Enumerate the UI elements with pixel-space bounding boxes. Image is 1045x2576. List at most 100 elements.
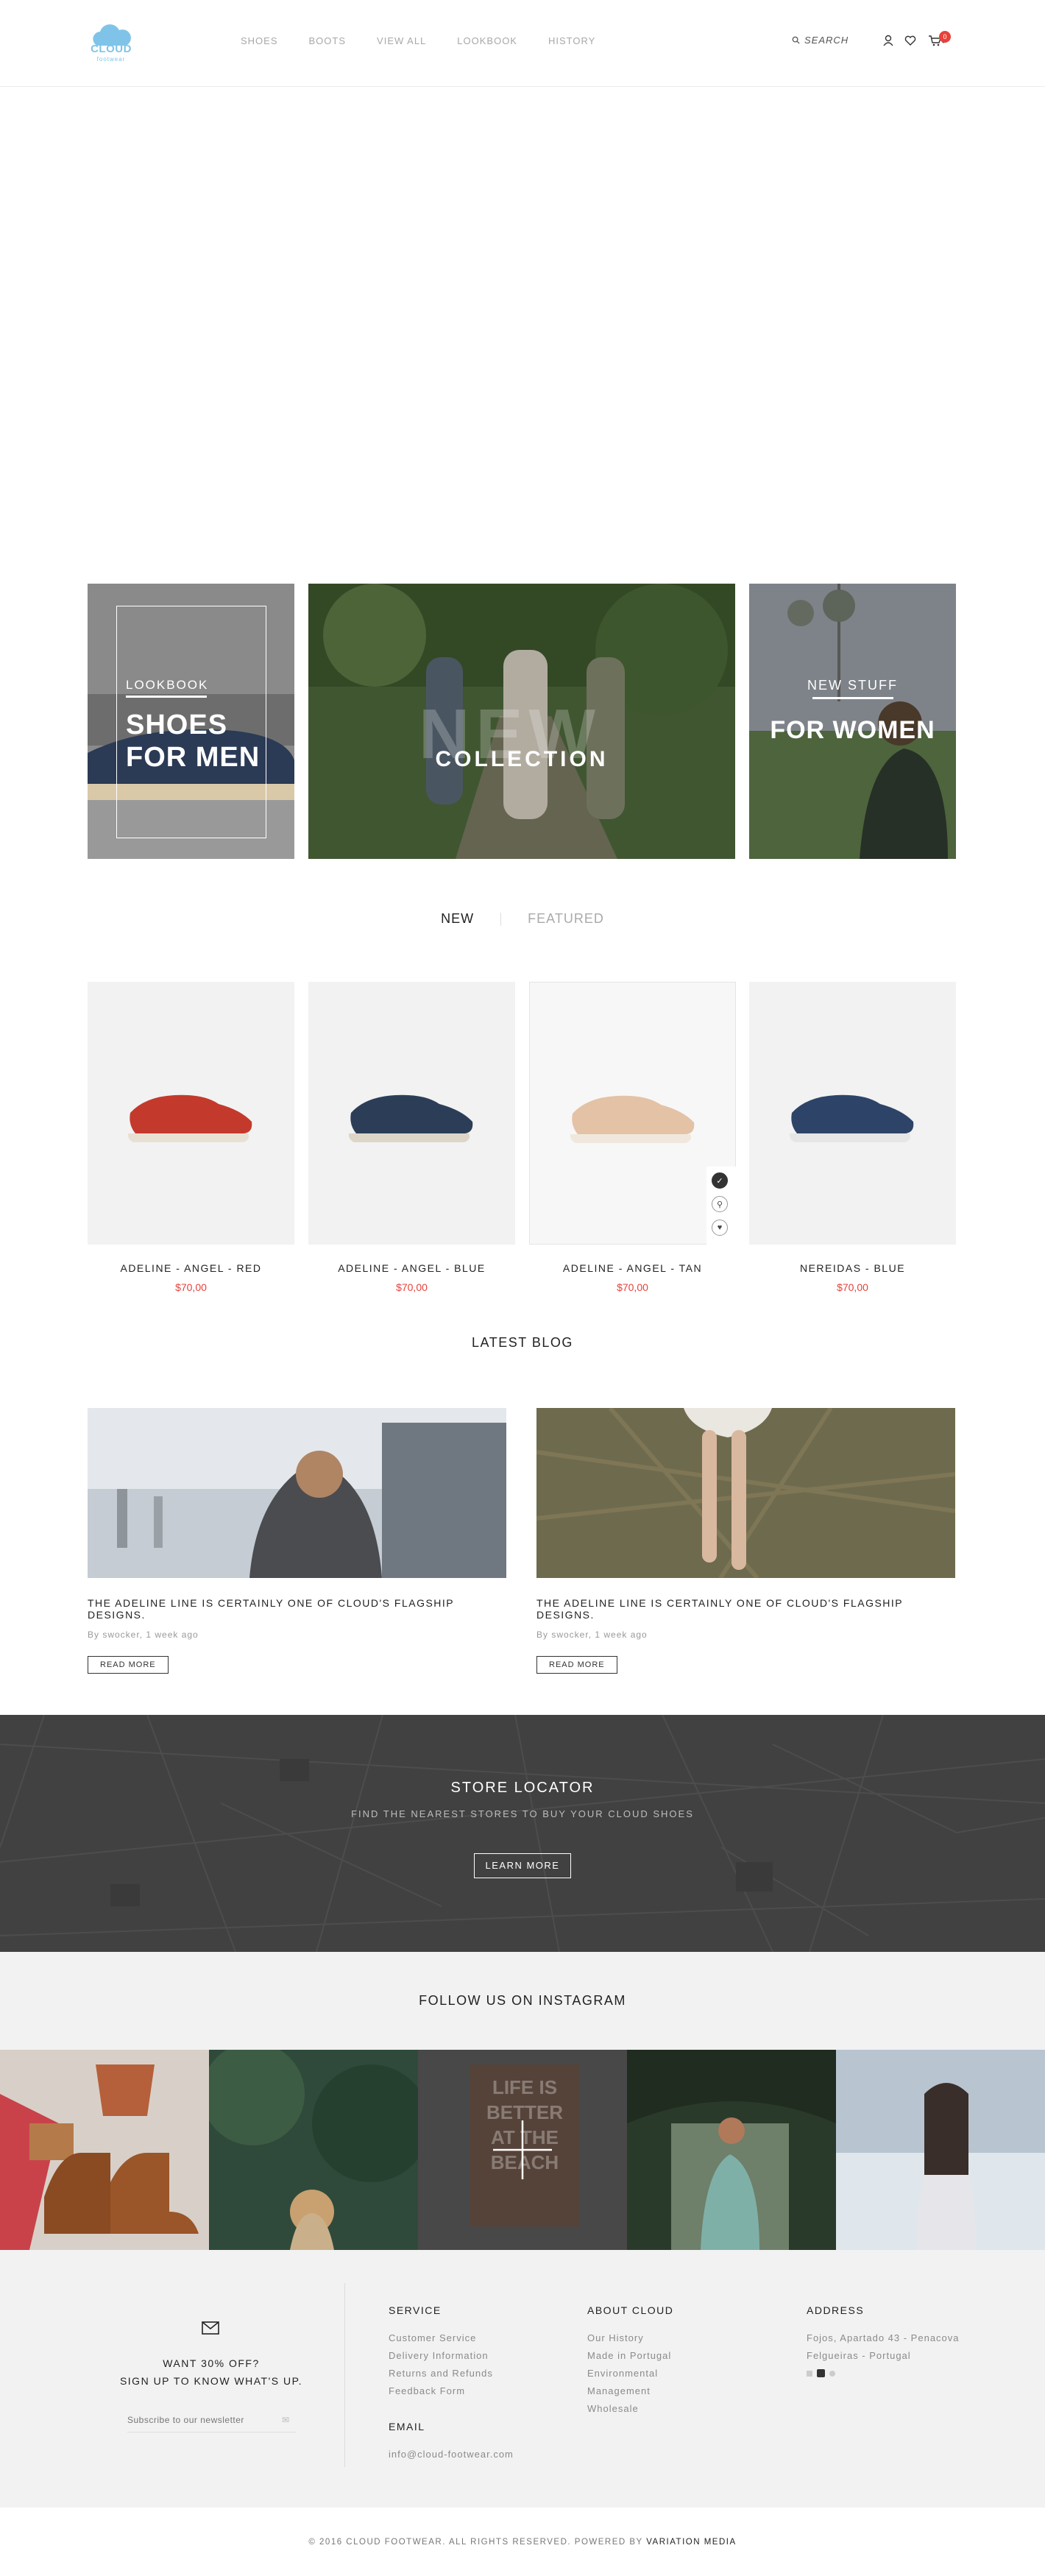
banner-women-kicker: NEW STUFF — [807, 678, 898, 693]
banner-shoes-for-men[interactable]: LOOKBOOK SHOES FOR MEN — [88, 584, 294, 859]
blog-post-meta: By swocker, 1 week ago — [536, 1630, 648, 1640]
link-delivery-information[interactable]: Delivery Information — [389, 2350, 489, 2361]
copyright: © 2016 CLOUD FOOTWEAR. ALL RIGHTS RESERV… — [0, 2538, 1045, 2547]
banner-men-line2: FOR MEN — [126, 742, 261, 773]
product-card[interactable]: ✓ ⚲ ♥ ADELINE - ANGEL - TAN $70,00 — [529, 982, 737, 1293]
product-tabs: NEW FEATURED — [0, 911, 1045, 927]
link-customer-service[interactable]: Customer Service — [389, 2332, 476, 2343]
address-heading: ADDRESS — [807, 2304, 865, 2316]
pinterest-icon[interactable] — [829, 2370, 835, 2377]
banner-men-underline — [126, 696, 207, 698]
email-link[interactable]: info@cloud-footwear.com — [389, 2449, 514, 2460]
promo-line-2: SIGN UP TO KNOW WHAT'S UP. — [119, 2375, 303, 2387]
user-icon[interactable] — [882, 34, 895, 47]
product-price: $70,00 — [617, 1281, 648, 1293]
banner-men-kicker: LOOKBOOK — [126, 678, 209, 692]
plus-icon — [418, 2050, 627, 2250]
variation-media-link[interactable]: VARIATION MEDIA — [646, 2538, 736, 2547]
copyright-text: © 2016 CLOUD FOOTWEAR. ALL RIGHTS RESERV… — [308, 2538, 643, 2547]
map-background — [0, 1715, 1045, 1952]
tab-featured[interactable]: FEATURED — [506, 911, 626, 927]
store-locator-subtitle: FIND THE NEAREST STORES TO BUY YOUR CLOU… — [351, 1808, 694, 1819]
cart-icon: ✓ — [716, 1176, 723, 1186]
wishlist-button[interactable]: ♥ — [712, 1220, 728, 1236]
blog-post-meta: By swocker, 1 week ago — [88, 1630, 199, 1640]
instagram-image — [627, 2050, 836, 2250]
tab-divider — [500, 913, 502, 927]
shoe-image — [570, 1095, 695, 1143]
site-header: CLOUD footwear SHOES BOOTS VIEW ALL LOOK… — [0, 0, 1045, 87]
instagram-photo[interactable] — [627, 2050, 836, 2250]
nav-boots[interactable]: BOOTS — [309, 35, 347, 46]
logo-text: CLOUD — [91, 43, 132, 55]
instagram-photo[interactable]: LIFE IS BETTER AT THE BEACH — [418, 2050, 627, 2250]
link-returns-refunds[interactable]: Returns and Refunds — [389, 2368, 493, 2379]
product-image[interactable] — [308, 982, 515, 1245]
blog-post-image[interactable] — [88, 1408, 506, 1578]
main-nav: SHOES BOOTS VIEW ALL LOOKBOOK HISTORY — [241, 35, 626, 46]
link-feedback-form[interactable]: Feedback Form — [389, 2385, 465, 2396]
cloud-logo[interactable]: CLOUD footwear — [87, 18, 135, 66]
blog-post: THE ADELINE LINE IS CERTAINLY ONE OF CLO… — [536, 1408, 955, 1674]
link-made-in-portugal[interactable]: Made in Portugal — [587, 2350, 671, 2361]
read-more-button[interactable]: READ MORE — [536, 1656, 617, 1674]
shoe-image — [789, 1094, 914, 1142]
product-image[interactable] — [88, 982, 294, 1245]
newsletter-form: ✉ — [127, 2413, 297, 2432]
read-more-button[interactable]: READ MORE — [88, 1656, 169, 1674]
instagram-section: FOLLOW US ON INSTAGRAM — [0, 1952, 1045, 2050]
add-to-cart-button[interactable]: ✓ — [712, 1172, 728, 1189]
tab-new[interactable]: NEW — [419, 911, 496, 927]
nav-view-all[interactable]: VIEW ALL — [377, 35, 426, 46]
product-name[interactable]: ADELINE - ANGEL - TAN — [529, 1262, 736, 1274]
product-price: $70,00 — [175, 1281, 207, 1293]
link-our-history[interactable]: Our History — [587, 2332, 644, 2343]
product-name[interactable]: NEREIDAS - BLUE — [749, 1262, 956, 1274]
link-environmental[interactable]: Environmental — [587, 2368, 658, 2379]
nav-shoes[interactable]: SHOES — [241, 35, 278, 46]
quick-view-button[interactable]: ⚲ — [712, 1196, 728, 1212]
logo-subtext: footwear — [96, 56, 126, 63]
instagram-photo[interactable] — [209, 2050, 418, 2250]
instagram-image — [0, 2050, 209, 2250]
shoe-image — [127, 1094, 252, 1142]
search-icon — [792, 36, 800, 44]
product-name[interactable]: ADELINE - ANGEL - BLUE — [308, 1262, 515, 1274]
product-image[interactable]: ✓ ⚲ ♥ — [529, 982, 737, 1245]
product-card[interactable]: ADELINE - ANGEL - BLUE $70,00 — [308, 982, 515, 1293]
cart-count-badge: 0 — [939, 31, 951, 43]
product-card[interactable]: NEREIDAS - BLUE $70,00 — [749, 982, 956, 1293]
instagram-icon[interactable] — [817, 2369, 825, 2377]
nav-history[interactable]: HISTORY — [548, 35, 595, 46]
blog-post-title[interactable]: THE ADELINE LINE IS CERTAINLY ONE OF CLO… — [536, 1597, 955, 1621]
site-footer: WANT 30% OFF? SIGN UP TO KNOW WHAT'S UP.… — [0, 2250, 1045, 2508]
search-button[interactable]: SEARCH — [792, 35, 849, 46]
shoe-image — [348, 1094, 473, 1142]
banner-for-women[interactable]: NEW STUFF FOR WOMEN — [749, 584, 956, 859]
product-price: $70,00 — [837, 1281, 868, 1293]
banner-women-underline — [812, 697, 893, 699]
address-line-2: Felgueiras - Portugal — [807, 2350, 911, 2361]
instagram-photo[interactable] — [0, 2050, 209, 2250]
instagram-title: FOLLOW US ON INSTAGRAM — [419, 1993, 626, 2008]
store-locator-section: STORE LOCATOR FIND THE NEAREST STORES TO… — [0, 1715, 1045, 1952]
heart-icon[interactable] — [904, 34, 917, 47]
product-name[interactable]: ADELINE - ANGEL - RED — [88, 1262, 294, 1274]
blog-section-title: LATEST BLOG — [472, 1335, 573, 1350]
instagram-photo[interactable] — [836, 2050, 1045, 2250]
banner-new-collection[interactable]: NEW COLLECTION — [308, 584, 735, 859]
product-card[interactable]: ADELINE - ANGEL - RED $70,00 — [88, 982, 294, 1293]
send-icon[interactable]: ✉ — [282, 2415, 289, 2425]
product-image[interactable] — [749, 982, 956, 1245]
blog-post-title[interactable]: THE ADELINE LINE IS CERTAINLY ONE OF CLO… — [88, 1597, 506, 1621]
blog-post-image[interactable] — [536, 1408, 955, 1578]
store-locator-title: STORE LOCATOR — [450, 1780, 595, 1796]
facebook-icon[interactable] — [807, 2370, 812, 2377]
email-heading: EMAIL — [389, 2421, 425, 2432]
link-wholesale[interactable]: Wholesale — [587, 2403, 639, 2414]
link-management[interactable]: Management — [587, 2385, 651, 2396]
newsletter-input[interactable] — [127, 2415, 274, 2425]
about-heading: ABOUT CLOUD — [587, 2304, 674, 2316]
learn-more-button[interactable]: LEARN MORE — [474, 1853, 571, 1878]
nav-lookbook[interactable]: LOOKBOOK — [457, 35, 517, 46]
